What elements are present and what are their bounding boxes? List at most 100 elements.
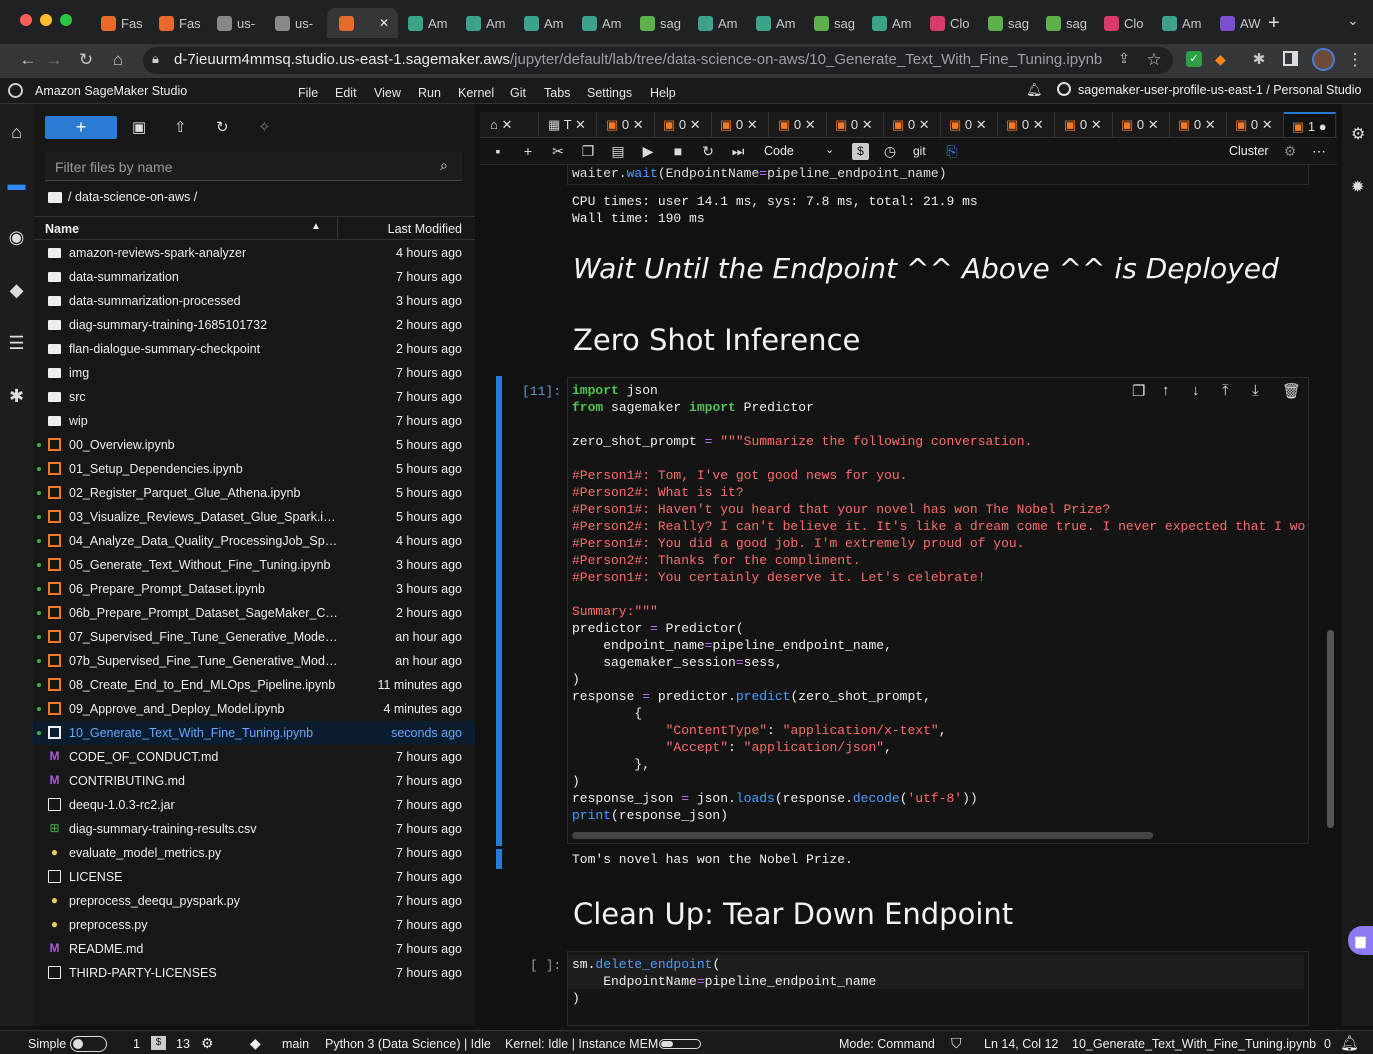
new-tab-button[interactable]: + [1268,12,1280,35]
vertical-scrollbar[interactable] [1327,630,1334,828]
sort-ascending-icon[interactable]: ▲ [311,221,321,232]
refresh-icon[interactable]: ↻ [216,118,229,136]
terminal-count[interactable]: 1 [133,1037,140,1051]
notebook-tab[interactable]: ▣ 0 ✕ [1056,112,1113,137]
notebook-mode[interactable]: Mode: Command [839,1037,935,1051]
menu-file[interactable]: File [298,86,318,100]
close-window-button[interactable] [20,14,32,26]
copy-icon[interactable]: ❐ [578,143,598,160]
run-cell-icon[interactable]: ▶ [638,143,658,160]
file-row[interactable]: M CONTRIBUTING.md 7 hours ago [33,769,475,793]
tab-search-icon[interactable]: ⌄ [1347,12,1359,29]
notebook-tab[interactable]: ▦ T ✕ [540,112,597,137]
home-icon[interactable]: ⌂ [0,122,33,143]
zero-shot-code[interactable]: import json from sagemaker import Predic… [572,382,1305,824]
file-row[interactable]: ● evaluate_model_metrics.py 7 hours ago [33,841,475,865]
bookmark-star-icon[interactable]: ☆ [1143,50,1165,70]
notebook-tab[interactable]: ▣ 0 ✕ [1227,112,1284,137]
kernel-count[interactable]: 13 [176,1037,190,1051]
file-row[interactable]: flan-dialogue-summary-checkpoint 2 hours … [33,337,475,361]
new-folder-icon[interactable]: ▣ [132,118,146,136]
file-row[interactable]: 08_Create_End_to_End_MLOps_Pipeline.ipyn… [33,673,475,697]
notebook-tab[interactable]: ⌂ ✕ [482,112,539,137]
kernel-name[interactable]: Python 3 (Data Science) | Idle [325,1037,491,1051]
profile-avatar[interactable] [1312,48,1335,71]
browser-menu-icon[interactable]: ⋮ [1344,50,1366,70]
file-row[interactable]: 09_Approve_and_Deploy_Model.ipynb 4 minut… [33,697,475,721]
property-inspector-gear-icon[interactable]: ⚙ [1351,124,1365,144]
file-row[interactable]: 01_Setup_Dependencies.ipynb 5 hours ago [33,457,475,481]
browser-tab[interactable]: Fas [153,8,207,38]
file-row[interactable]: 04_Analyze_Data_Quality_ProcessingJob_Sp… [33,529,475,553]
file-row[interactable]: diag-summary-training-1685101732 2 hours … [33,313,475,337]
share-notebook-icon[interactable]: ⎘ [942,143,962,160]
close-tab-icon[interactable]: ✕ [379,16,389,30]
file-row[interactable]: wip 7 hours ago [33,409,475,433]
extensions-puzzle-icon[interactable]: ✱ [1248,50,1270,68]
browser-tab[interactable]: Clo [1098,8,1152,38]
folder-icon[interactable]: ▬ [0,174,33,195]
notification-bell-icon[interactable]: 🔔︎ [1026,82,1043,98]
notebook-tab[interactable]: ▣ 0 ✕ [598,112,655,137]
stop-icon[interactable]: ■ [668,143,688,159]
file-row[interactable]: ⊞ diag-summary-training-results.csv 7 hour… [33,817,475,841]
browser-tab[interactable]: ✕ [327,8,398,38]
file-row[interactable]: 02_Register_Parquet_Glue_Athena.ipynb 5 h… [33,481,475,505]
file-row[interactable]: 06b_Prepare_Prompt_Dataset_SageMaker_Clu… [33,601,475,625]
git-clone-icon[interactable]: ✧ [258,118,271,136]
menu-view[interactable]: View [374,86,401,100]
minimize-window-button[interactable] [40,14,52,26]
trusted-shield-icon[interactable]: ⛉ [951,1035,962,1052]
git-branch-name[interactable]: main [282,1037,309,1051]
user-profile-label[interactable]: sagemaker-user-profile-us-east-1 / Perso… [1078,83,1361,97]
horizontal-scrollbar[interactable] [572,832,1153,839]
run-all-icon[interactable]: ⏭ [728,143,748,160]
save-icon[interactable]: ▪ [488,143,508,159]
back-icon[interactable]: ← [17,50,39,70]
notebook-tab[interactable]: ▣ 0 ✕ [1170,112,1227,137]
chevron-down-icon[interactable]: ⌄ [825,143,834,156]
browser-tab[interactable]: sag [982,8,1036,38]
lock-icon[interactable]: 🔒︎ [152,51,159,67]
file-row[interactable]: ● preprocess_deequ_pyspark.py 7 hours ago [33,889,475,913]
menu-edit[interactable]: Edit [335,86,357,100]
maximize-window-button[interactable] [60,14,72,26]
file-row[interactable]: deequ-1.0.3-rc2.jar 7 hours ago [33,793,475,817]
kernel-chip-icon[interactable]: ⚙ [201,1035,214,1052]
file-row[interactable]: img 7 hours ago [33,361,475,385]
restart-kernel-icon[interactable]: ↻ [698,143,718,160]
git-branch-icon[interactable]: ◆ [250,1035,261,1052]
terminal-icon[interactable]: $ [151,1036,166,1050]
git-icon[interactable]: ◆ [0,280,33,301]
active-cell-indicator[interactable] [496,376,502,846]
menu-settings[interactable]: Settings [587,86,632,100]
upload-icon[interactable]: ⇧ [174,118,187,136]
url-text[interactable]: d-7ieuurm4mmsq.studio.us-east-1.sagemake… [174,51,1102,68]
waiter-code-line[interactable]: waiter.wait(EndpointName=pipeline_endpoi… [572,165,947,182]
simple-mode-toggle[interactable] [70,1036,107,1052]
notebook-tab[interactable]: ▣ 0 ✕ [655,112,712,137]
file-row[interactable]: M CODE_OF_CONDUCT.md 7 hours ago [33,745,475,769]
notebook-tab[interactable]: ▣ 1 ● [1284,112,1336,137]
file-row[interactable]: THIRD-PARTY-LICENSES 7 hours ago [33,961,475,985]
git-diff-button[interactable]: git [913,144,926,158]
debugger-bug-icon[interactable]: ✹ [1351,177,1364,197]
menu-help[interactable]: Help [650,86,676,100]
file-row[interactable]: amazon-reviews-spark-analyzer 4 hours ago [33,241,475,265]
table-of-contents-icon[interactable]: ☰ [0,333,33,354]
extension-check-icon[interactable]: ✓ [1186,51,1202,67]
kernel-gear-icon[interactable]: ⚙ [1280,143,1300,160]
browser-tab[interactable]: Am [1156,8,1210,38]
file-row[interactable]: 05_Generate_Text_Without_Fine_Tuning.ipy… [33,553,475,577]
cut-icon[interactable]: ✂ [548,143,568,160]
browser-tab[interactable]: Am [402,8,456,38]
browser-tab[interactable]: Fas [95,8,149,38]
menu-tabs[interactable]: Tabs [544,86,570,100]
browser-tab[interactable]: Clo [924,8,978,38]
file-row[interactable]: M README.md 7 hours ago [33,937,475,961]
breadcrumb[interactable]: / data-science-on-aws / [68,190,197,204]
browser-tab[interactable]: Am [576,8,630,38]
feedback-chat-icon[interactable]: ▆ [1348,926,1373,955]
notebook-tab[interactable]: ▣ 0 ✕ [884,112,941,137]
file-row[interactable]: 07b_Supervised_Fine_Tune_Generative_Mode… [33,649,475,673]
